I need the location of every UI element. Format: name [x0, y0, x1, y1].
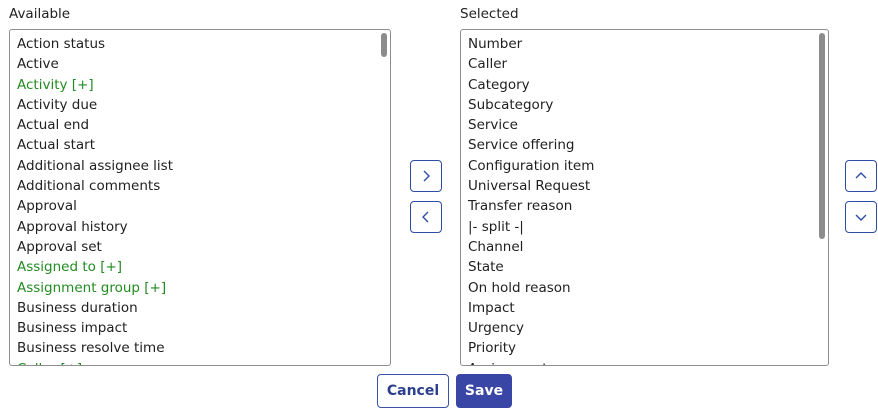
selected-list-item[interactable]: Impact: [461, 298, 816, 318]
available-list-item[interactable]: Assigned to [+]: [10, 257, 378, 277]
available-list-item[interactable]: Approval history: [10, 217, 378, 237]
selected-list-item[interactable]: Caller: [461, 54, 816, 74]
chevron-right-icon: [423, 170, 430, 182]
remove-from-selected-button[interactable]: [410, 201, 442, 233]
selected-list-item[interactable]: Service: [461, 115, 816, 135]
available-list-item[interactable]: Approval: [10, 196, 378, 216]
available-list-item[interactable]: Business impact: [10, 318, 378, 338]
save-button[interactable]: Save: [456, 374, 512, 408]
available-list-item[interactable]: Activity [+]: [10, 75, 378, 95]
selected-list-item[interactable]: |- split -|: [461, 217, 816, 237]
available-list[interactable]: Action status Active Activity [+] Activity …: [9, 29, 391, 366]
available-list-item[interactable]: Assignment group [+]: [10, 278, 378, 298]
available-list-item[interactable]: Business resolve time: [10, 338, 378, 358]
available-list-item[interactable]: Activity due: [10, 95, 378, 115]
selected-list-item[interactable]: Urgency: [461, 318, 816, 338]
selected-list-item[interactable]: Priority: [461, 338, 816, 358]
selected-list-item[interactable]: Universal Request: [461, 176, 816, 196]
selected-list-item[interactable]: Category: [461, 75, 816, 95]
chevron-up-icon: [855, 172, 867, 179]
available-list-item[interactable]: Business duration: [10, 298, 378, 318]
available-list-item[interactable]: Approval set: [10, 237, 378, 257]
move-down-button[interactable]: [845, 201, 877, 233]
selected-list-item[interactable]: State: [461, 257, 816, 277]
selected-header: Selected: [460, 6, 519, 22]
selected-list-item[interactable]: Assignment group: [461, 359, 816, 365]
selected-list-item[interactable]: Number: [461, 34, 816, 54]
selected-list-item[interactable]: Configuration item: [461, 156, 816, 176]
selected-list-item[interactable]: On hold reason: [461, 278, 816, 298]
selected-list-item[interactable]: Service offering: [461, 135, 816, 155]
selected-scrollbar[interactable]: [819, 33, 825, 239]
available-list-item[interactable]: Active: [10, 54, 378, 74]
add-to-selected-button[interactable]: [410, 160, 442, 192]
available-list-item[interactable]: Actual start: [10, 135, 378, 155]
available-list-item[interactable]: Additional comments: [10, 176, 378, 196]
chevron-down-icon: [855, 214, 867, 221]
selected-list-item[interactable]: Subcategory: [461, 95, 816, 115]
selected-list-item[interactable]: Channel: [461, 237, 816, 257]
move-up-button[interactable]: [845, 160, 877, 192]
available-list-item[interactable]: Action status: [10, 34, 378, 54]
chevron-left-icon: [422, 211, 429, 223]
selected-list-item[interactable]: Transfer reason: [461, 196, 816, 216]
available-list-item[interactable]: Additional assignee list: [10, 156, 378, 176]
available-list-item[interactable]: Caller [+]: [10, 359, 378, 365]
available-scrollbar[interactable]: [381, 33, 387, 57]
selected-list[interactable]: Number Caller Category Subcategory Service Se…: [460, 29, 829, 366]
cancel-button[interactable]: Cancel: [377, 374, 449, 408]
available-header: Available: [9, 6, 71, 22]
available-list-item[interactable]: Actual end: [10, 115, 378, 135]
